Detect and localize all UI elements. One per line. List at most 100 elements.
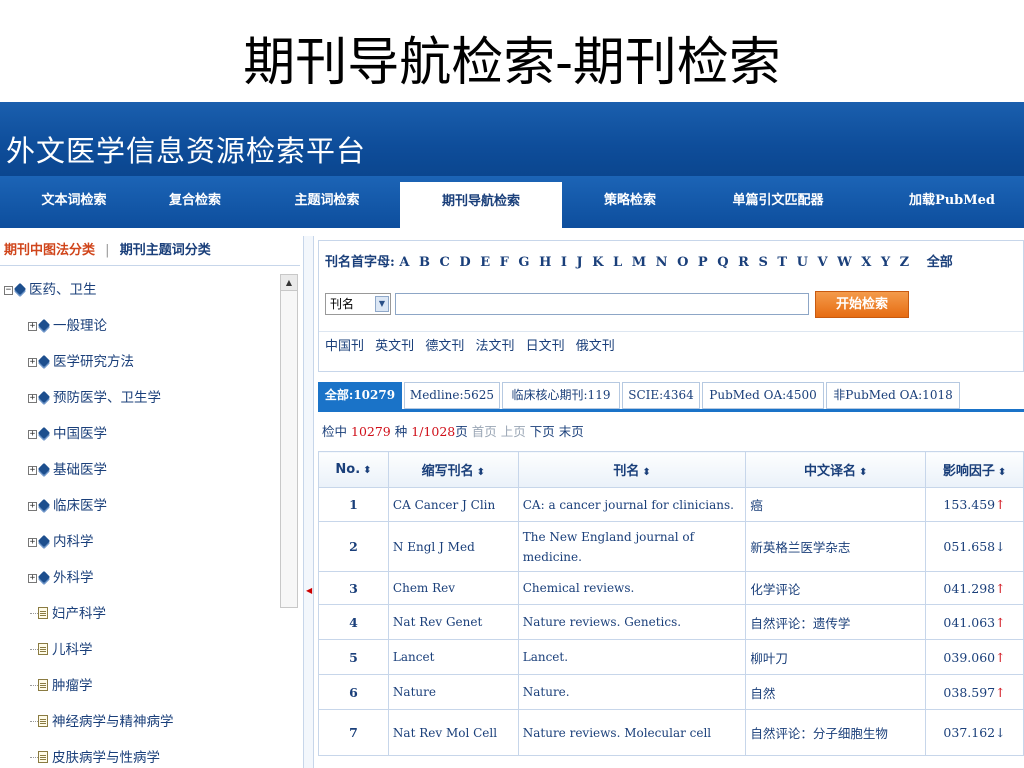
tree-item-research-methods[interactable]: + 医学研究方法 [28, 344, 134, 380]
tab-non-pubmed-oa[interactable]: 非PubMed OA:1018 [826, 382, 960, 409]
cell-abbr[interactable]: Nat Rev Mol Cell [387, 709, 519, 756]
cell-abbr[interactable]: Chem Rev [387, 571, 519, 605]
collapse-icon[interactable]: − [4, 286, 13, 295]
last-page-link[interactable]: 末页 [559, 424, 584, 439]
cell-title[interactable]: CA: a cancer journal for clinicians. [517, 487, 747, 522]
lang-link-russian[interactable]: 俄文刊 [576, 339, 615, 354]
letter-link[interactable]: L [613, 255, 622, 270]
expand-icon[interactable]: + [28, 430, 37, 439]
tree-item-preventive-medicine[interactable]: + 预防医学、卫生学 [28, 380, 161, 416]
letter-link[interactable]: M [632, 255, 646, 270]
cell-title[interactable]: Nature. [517, 674, 747, 710]
col-impact-factor[interactable]: 影响因子 ⬍ [925, 451, 1024, 488]
sort-icon[interactable]: ⬍ [642, 467, 650, 478]
letter-all-link[interactable]: 全部 [927, 255, 953, 270]
letter-link[interactable]: N [656, 255, 668, 270]
field-select[interactable]: 刊名 ▼ [325, 293, 391, 315]
sort-icon[interactable]: ⬍ [477, 467, 485, 478]
sort-icon[interactable]: ⬍ [998, 467, 1006, 478]
tree-item-surgery[interactable]: + 外科学 [28, 560, 94, 596]
tree-item-chinese-medicine[interactable]: + 中国医学 [28, 416, 107, 452]
tree-item-dermatology[interactable]: 皮肤病学与性病学 [30, 740, 160, 768]
cell-abbr[interactable]: Nat Rev Genet [387, 604, 519, 640]
table-row[interactable]: 5 Lancet Lancet. 柳叶刀 039.060↑ [318, 639, 1024, 675]
sort-icon[interactable]: ⬍ [859, 467, 867, 478]
tab-scie[interactable]: SCIE:4364 [622, 382, 700, 409]
col-title[interactable]: 刊名 ⬍ [517, 451, 747, 488]
expand-icon[interactable]: + [28, 394, 37, 403]
col-no[interactable]: No. ⬍ [318, 451, 389, 488]
table-row[interactable]: 2 N Engl J Med The New England journal o… [318, 521, 1024, 572]
nav-citation-matcher[interactable]: 单篇引文匹配器 [718, 176, 838, 228]
letter-link[interactable]: Y [881, 255, 890, 270]
lang-link-chinese[interactable]: 中国刊 [325, 339, 364, 354]
table-row[interactable]: 7 Nat Rev Mol Cell Nature reviews. Molec… [318, 709, 1024, 756]
letter-link[interactable]: O [677, 255, 688, 270]
nav-subject-search[interactable]: 主题词检索 [282, 176, 372, 228]
letter-link[interactable]: X [861, 255, 871, 270]
tree-item-internal-medicine[interactable]: + 内科学 [28, 524, 94, 560]
next-page-link[interactable]: 下页 [530, 424, 555, 439]
sidebar-scrollbar[interactable]: ▲ [280, 274, 298, 608]
tree-item-medicine[interactable]: − 医药、卫生 [4, 272, 97, 308]
letter-link[interactable]: B [419, 255, 430, 270]
lang-link-japanese[interactable]: 日文刊 [526, 339, 565, 354]
letter-link[interactable]: S [758, 255, 767, 270]
letter-link[interactable]: W [837, 255, 852, 270]
cell-abbr[interactable]: Nature [387, 674, 519, 710]
tab-all[interactable]: 全部:10279 [318, 382, 402, 409]
tree-item-neurology-psychiatry[interactable]: 神经病学与精神病学 [30, 704, 174, 740]
nav-text-search[interactable]: 文本词检索 [24, 176, 124, 228]
letter-link[interactable]: G [518, 255, 529, 270]
letter-link[interactable]: R [738, 255, 749, 270]
nav-strategy-search[interactable]: 策略检索 [585, 176, 675, 228]
letter-link[interactable]: Z [900, 255, 910, 270]
table-row[interactable]: 6 Nature Nature. 自然 038.597↑ [318, 674, 1024, 710]
letter-link[interactable]: Q [717, 255, 728, 270]
start-search-button[interactable]: 开始检索 [815, 291, 909, 318]
expand-icon[interactable]: + [28, 502, 37, 511]
col-abbr[interactable]: 缩写刊名 ⬍ [387, 451, 519, 488]
tree-item-general-theory[interactable]: + 一般理论 [28, 308, 107, 344]
expand-icon[interactable]: + [28, 466, 37, 475]
letter-link[interactable]: H [539, 255, 551, 270]
cell-abbr[interactable]: Lancet [387, 639, 519, 675]
cell-title[interactable]: Lancet. [517, 639, 747, 675]
letter-link[interactable]: A [399, 255, 409, 270]
scroll-up-arrow-icon[interactable]: ▲ [281, 275, 297, 291]
cell-abbr[interactable]: CA Cancer J Clin [387, 487, 519, 522]
search-input[interactable] [395, 293, 809, 315]
letter-link[interactable]: P [698, 255, 708, 270]
expand-icon[interactable]: + [28, 574, 37, 583]
tab-clc-classification[interactable]: 期刊中图法分类 [4, 243, 95, 258]
cell-title[interactable]: Nature reviews. Molecular cell [517, 709, 747, 756]
first-page-link[interactable]: 首页 [472, 424, 497, 439]
letter-link[interactable]: C [440, 255, 450, 270]
expand-icon[interactable]: + [28, 358, 37, 367]
cell-title[interactable]: The New England journal of medicine. [517, 521, 747, 572]
tab-subject-classification[interactable]: 期刊主题词分类 [120, 243, 211, 258]
tree-item-obstetrics[interactable]: 妇产科学 [30, 596, 106, 632]
letter-link[interactable]: T [777, 255, 787, 270]
tab-pubmed-oa[interactable]: PubMed OA:4500 [702, 382, 824, 409]
sort-icon[interactable]: ⬍ [363, 465, 371, 476]
cell-abbr[interactable]: N Engl J Med [387, 521, 519, 572]
nav-compound-search[interactable]: 复合检索 [150, 176, 240, 228]
tree-item-oncology[interactable]: 肿瘤学 [30, 668, 93, 704]
table-row[interactable]: 4 Nat Rev Genet Nature reviews. Genetics… [318, 604, 1024, 640]
table-row[interactable]: 3 Chem Rev Chemical reviews. 化学评论 041.29… [318, 571, 1024, 605]
letter-link[interactable]: U [797, 255, 808, 270]
nav-journal-navigation[interactable]: 期刊导航检索 [400, 182, 562, 228]
collapse-arrow-icon[interactable]: ◀ [306, 586, 312, 595]
lang-link-german[interactable]: 德文刊 [425, 339, 464, 354]
letter-link[interactable]: E [480, 255, 490, 270]
table-row[interactable]: 1 CA Cancer J Clin CA: a cancer journal … [318, 487, 1024, 522]
cell-title[interactable]: Chemical reviews. [517, 571, 747, 605]
chevron-down-icon[interactable]: ▼ [375, 296, 389, 312]
letter-link[interactable]: V [817, 255, 827, 270]
letter-link[interactable]: J [577, 255, 583, 270]
letter-link[interactable]: D [459, 255, 470, 270]
tree-item-basic-medicine[interactable]: + 基础医学 [28, 452, 107, 488]
nav-load-pubmed[interactable]: 加载PubMed [904, 176, 1000, 228]
col-chinese-name[interactable]: 中文译名 ⬍ [745, 451, 927, 488]
